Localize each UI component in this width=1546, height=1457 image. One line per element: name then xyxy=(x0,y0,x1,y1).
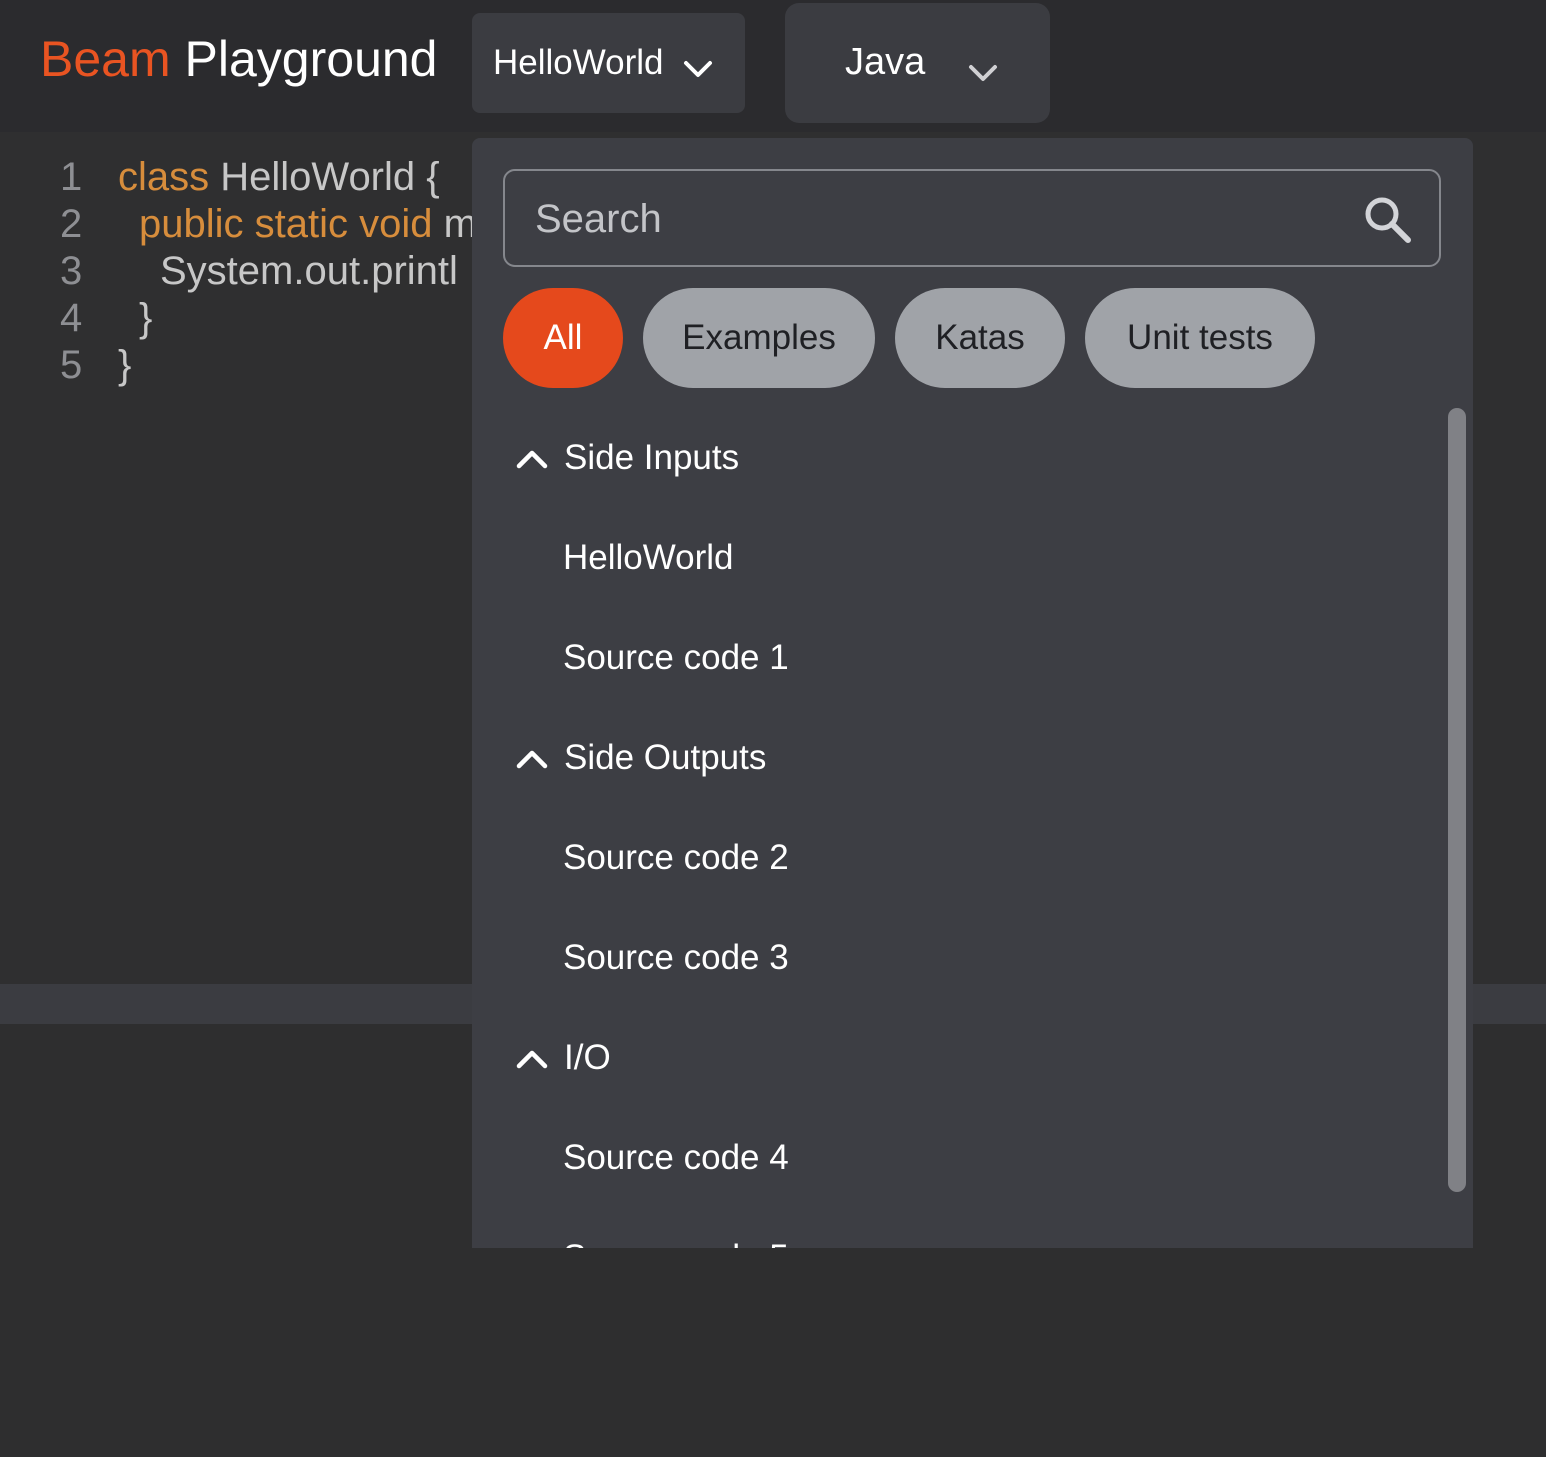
code-text: System.out.printl xyxy=(160,248,458,295)
code-text: class HelloWorld { xyxy=(118,154,440,201)
filter-chip-all[interactable]: All xyxy=(503,288,623,388)
example-item-source-code-3[interactable]: Source code 3 xyxy=(563,928,789,988)
line-number: 5 xyxy=(60,343,83,387)
list-scrollbar[interactable] xyxy=(1448,408,1466,1192)
example-item-source-code-2[interactable]: Source code 2 xyxy=(563,828,789,888)
chevron-up-icon xyxy=(516,1038,548,1078)
example-selector[interactable]: HelloWorld xyxy=(472,13,745,113)
language-selector-label: Java xyxy=(845,41,926,83)
logo-playground-text: Playground xyxy=(184,31,438,87)
category-label: Side Inputs xyxy=(564,438,740,477)
app-logo: Beam Playground xyxy=(40,30,438,88)
category-label: I/O xyxy=(564,1038,611,1077)
app-header: Beam Playground HelloWorld Java xyxy=(0,0,1546,132)
beam-playground-app: Beam Playground HelloWorld Java 1 class … xyxy=(0,0,1546,1457)
category-header-io[interactable]: I/O xyxy=(516,1028,611,1088)
line-number: 4 xyxy=(60,296,83,340)
chevron-down-icon xyxy=(968,51,998,94)
example-list: Side Inputs HelloWorld Source code 1 Sid… xyxy=(472,408,1442,1248)
category-label: Side Outputs xyxy=(564,738,767,777)
code-text: } xyxy=(118,342,131,389)
search-field[interactable] xyxy=(503,169,1441,267)
code-content: } xyxy=(118,343,132,387)
logo-beam-text: Beam xyxy=(40,31,171,87)
category-header-side-outputs[interactable]: Side Outputs xyxy=(516,728,766,788)
example-selector-label: HelloWorld xyxy=(493,43,664,82)
line-number: 2 xyxy=(60,202,83,246)
search-icon[interactable] xyxy=(1363,195,1413,250)
filter-chip-katas[interactable]: Katas xyxy=(895,288,1065,388)
example-item-helloworld[interactable]: HelloWorld xyxy=(563,528,734,588)
code-content: System.out.printl xyxy=(160,249,458,293)
filter-chip-examples[interactable]: Examples xyxy=(643,288,875,388)
code-keyword: public static void xyxy=(139,202,433,246)
example-item-source-code-4[interactable]: Source code 4 xyxy=(563,1128,789,1188)
search-input[interactable] xyxy=(533,189,1337,249)
chevron-down-icon xyxy=(683,49,713,89)
category-header-side-inputs[interactable]: Side Inputs xyxy=(516,428,739,488)
chevron-up-icon xyxy=(516,438,548,478)
code-text: public static void m xyxy=(139,201,477,248)
example-item-source-code-1[interactable]: Source code 1 xyxy=(563,628,789,688)
line-number: 3 xyxy=(60,249,83,293)
line-number: 1 xyxy=(60,155,83,199)
example-dropdown-panel: All Examples Katas Unit tests Side Input… xyxy=(472,138,1473,1248)
code-text: } xyxy=(139,295,152,342)
filter-chip-unit-tests[interactable]: Unit tests xyxy=(1085,288,1315,388)
code-keyword: class xyxy=(118,155,210,199)
code-content: } xyxy=(139,296,153,340)
example-item-source-code-5[interactable]: Source code 5 xyxy=(563,1228,789,1248)
code-content: m xyxy=(432,202,477,246)
language-selector[interactable]: Java xyxy=(785,3,1050,123)
chevron-up-icon xyxy=(516,738,548,778)
code-content: HelloWorld { xyxy=(209,155,440,199)
